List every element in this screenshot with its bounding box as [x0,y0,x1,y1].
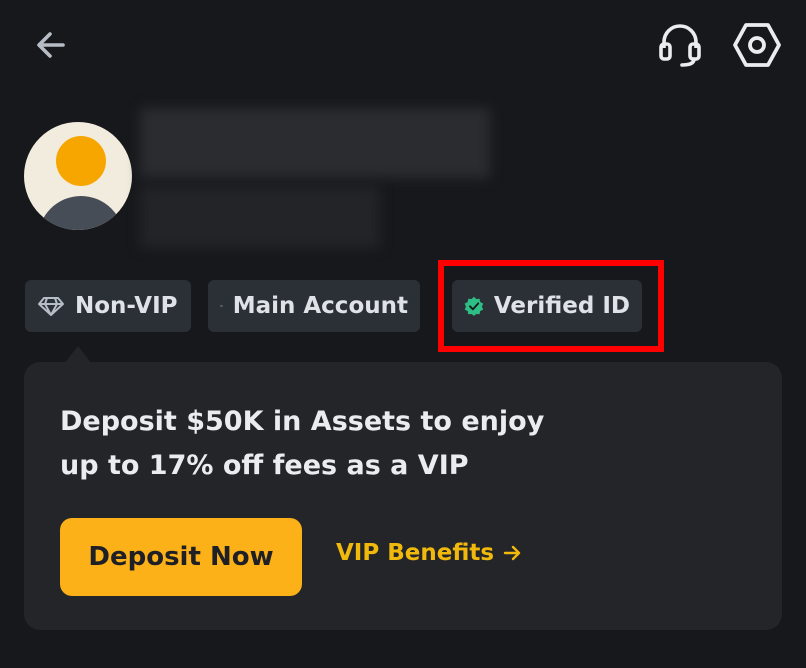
diamond-icon [38,297,64,316]
top-bar [0,0,806,90]
avatar-head [56,136,106,186]
account-type-badge[interactable]: Main Account [208,280,420,332]
account-type-label: Main Account [232,293,408,319]
vip-promo-card: Deposit $50K in Assets to enjoy up to 17… [24,362,782,630]
vip-benefits-link[interactable]: VIP Benefits [336,540,522,566]
back-button[interactable] [28,22,74,68]
deposit-now-button[interactable]: Deposit Now [60,518,302,596]
redacted-user-id [140,186,380,248]
promo-line-1: Deposit $50K in Assets to enjoy [60,406,545,437]
arrow-right-icon [503,545,521,561]
promo-message: Deposit $50K in Assets to enjoy up to 17… [60,400,580,488]
avatar-body [38,196,124,230]
arrow-left-icon [37,32,65,58]
highlight-annotation [438,260,664,352]
avatar[interactable] [24,122,132,230]
switch-account-icon [220,304,223,307]
support-button[interactable] [654,18,706,70]
hexagon-settings-icon [733,23,781,67]
settings-button[interactable] [730,18,784,72]
vip-level-label: Non-VIP [75,293,178,319]
vip-level-badge[interactable]: Non-VIP [25,280,191,332]
vip-benefits-label: VIP Benefits [336,540,495,566]
promo-line-2: up to 17% off fees as a VIP [60,450,469,481]
redacted-username [140,108,490,178]
headset-icon [659,24,701,67]
